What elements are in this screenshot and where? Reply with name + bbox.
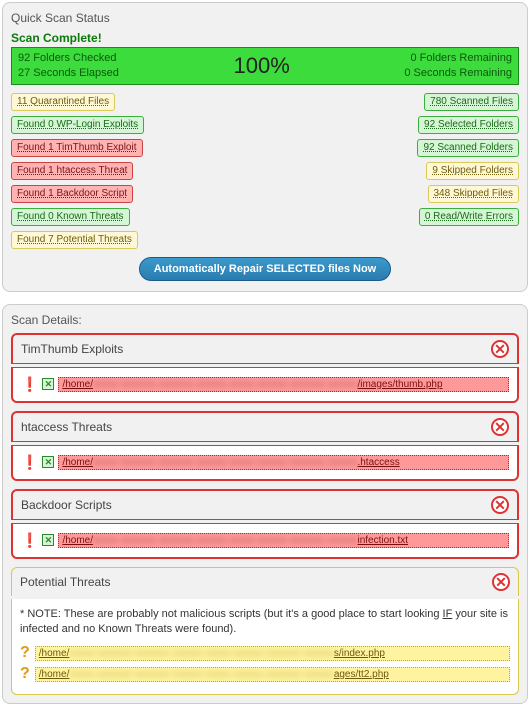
progress-bar: 92 Folders Checked 27 Seconds Elapsed 10… <box>11 47 519 85</box>
left-badges: 11 Quarantined Files Found 0 WP-Login Exp… <box>11 91 144 249</box>
stats-area: 11 Quarantined Files Found 0 WP-Login Exp… <box>11 91 519 249</box>
potential-row: ? /home/xxxxx xxxxxxx xxxxxxx xxxxxx xxx… <box>20 644 510 662</box>
threat-path[interactable]: /home/xxxxx xxxxxxx xxxxxxx xxxxxx xxxxx… <box>58 533 509 548</box>
threat-section-header: TimThumb Exploits ✕ <box>11 333 519 364</box>
stat-badge[interactable]: Found 7 Potential Threats <box>11 231 138 249</box>
stat-badge[interactable]: 0 Read/Write Errors <box>419 208 519 226</box>
close-icon[interactable]: ✕ <box>492 573 510 591</box>
alert-icon: ❗ <box>21 376 38 393</box>
threat-box: ❗ ✕ /home/xxxxx xxxxxxx xxxxxxx xxxxxx x… <box>11 367 519 403</box>
potential-path[interactable]: /home/xxxxx xxxxxxx xxxxxxx xxxxxx xxxxx… <box>35 646 510 661</box>
checkbox-icon[interactable]: ✕ <box>42 456 54 468</box>
threat-box: ❗ ✕ /home/xxxxx xxxxxxx xxxxxxx xxxxxx x… <box>11 523 519 559</box>
scan-details-panel: Scan Details: TimThumb Exploits ✕ ❗ ✕ /h… <box>2 304 528 705</box>
threat-row: ❗ ✕ /home/xxxxx xxxxxxx xxxxxxx xxxxxx x… <box>21 532 509 549</box>
potential-section-header: Potential Threats ✕ <box>11 567 519 596</box>
stat-badge[interactable]: 11 Quarantined Files <box>11 93 115 111</box>
close-icon[interactable]: ✕ <box>491 496 509 514</box>
threat-section-header: Backdoor Scripts ✕ <box>11 489 519 520</box>
right-badges: 780 Scanned Files 92 Selected Folders 92 S… <box>417 91 519 249</box>
seconds-elapsed: 27 Seconds Elapsed <box>18 66 119 81</box>
threat-row: ❗ ✕ /home/xxxxx xxxxxxx xxxxxxx xxxxxx x… <box>21 376 509 393</box>
details-title: Scan Details: <box>11 313 519 327</box>
threat-section-header: htaccess Threats ✕ <box>11 411 519 442</box>
potential-note: * NOTE: These are probably not malicious… <box>20 607 510 637</box>
stat-badge[interactable]: 348 Skipped Files <box>428 185 520 203</box>
threat-row: ❗ ✕ /home/xxxxx xxxxxxx xxxxxxx xxxxxx x… <box>21 454 509 471</box>
potential-row: ? /home/xxxxx xxxxxxx xxxxxxx xxxxxx xxx… <box>20 665 510 683</box>
threat-path[interactable]: /home/xxxxx xxxxxxx xxxxxxx xxxxxx xxxxx… <box>58 377 509 392</box>
question-icon: ? <box>20 644 30 662</box>
stat-badge[interactable]: Found 1 TimThumb Exploit <box>11 139 143 157</box>
question-icon: ? <box>20 665 30 683</box>
section-title: TimThumb Exploits <box>21 342 123 356</box>
close-icon[interactable]: ✕ <box>491 418 509 436</box>
repair-button[interactable]: Automatically Repair SELECTED files Now <box>139 257 392 281</box>
threat-path[interactable]: /home/xxxxx xxxxxxx xxxxxxx xxxxxx xxxxx… <box>58 455 509 470</box>
close-icon[interactable]: ✕ <box>491 340 509 358</box>
stat-badge[interactable]: Found 1 htaccess Threat <box>11 162 133 180</box>
status-title: Quick Scan Status <box>11 11 519 25</box>
stat-badge[interactable]: 9 Skipped Folders <box>426 162 519 180</box>
threat-box: ❗ ✕ /home/xxxxx xxxxxxx xxxxxxx xxxxxx x… <box>11 445 519 481</box>
section-title: htaccess Threats <box>21 420 112 434</box>
stat-badge[interactable]: 92 Selected Folders <box>418 116 519 134</box>
alert-icon: ❗ <box>21 454 38 471</box>
potential-title: Potential Threats <box>20 575 111 589</box>
stat-badge[interactable]: 92 Scanned Folders <box>417 139 519 157</box>
alert-icon: ❗ <box>21 532 38 549</box>
checkbox-icon[interactable]: ✕ <box>42 534 54 546</box>
stat-badge[interactable]: Found 0 WP-Login Exploits <box>11 116 144 134</box>
potential-box: * NOTE: These are probably not malicious… <box>11 599 519 696</box>
seconds-remaining: 0 Seconds Remaining <box>404 66 512 81</box>
section-title: Backdoor Scripts <box>21 498 112 512</box>
quick-scan-status-panel: Quick Scan Status Scan Complete! 92 Fold… <box>2 2 528 292</box>
potential-path[interactable]: /home/xxxxx xxxxxxx xxxxxxx xxxxxx xxxxx… <box>35 667 510 682</box>
progress-percent: 100% <box>234 53 290 79</box>
folders-checked: 92 Folders Checked <box>18 51 119 66</box>
checkbox-icon[interactable]: ✕ <box>42 378 54 390</box>
stat-badge[interactable]: Found 1 Backdoor Script <box>11 185 133 203</box>
stat-badge[interactable]: Found 0 Known Threats <box>11 208 130 226</box>
folders-remaining: 0 Folders Remaining <box>404 51 512 66</box>
stat-badge[interactable]: 780 Scanned Files <box>424 93 519 111</box>
scan-complete-label: Scan Complete! <box>11 31 519 45</box>
